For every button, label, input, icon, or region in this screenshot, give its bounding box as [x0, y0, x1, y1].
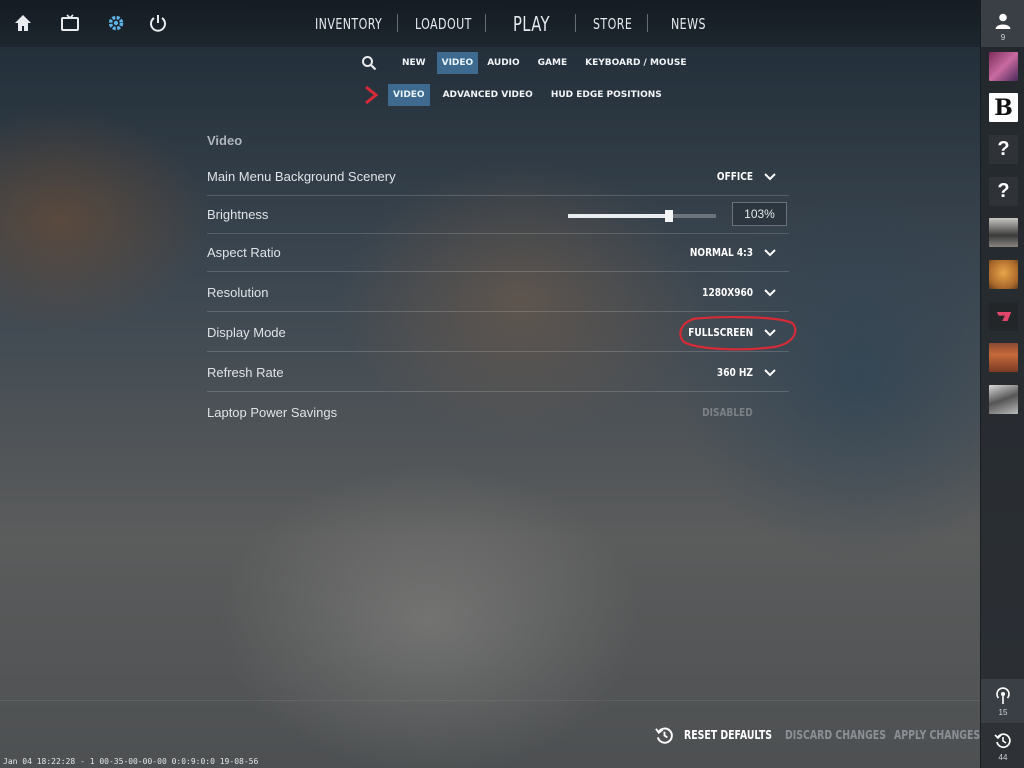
- nav-inventory[interactable]: INVENTORY: [315, 15, 382, 33]
- nav-divider: [647, 14, 648, 32]
- setting-label: Brightness: [207, 207, 269, 222]
- avatar-car[interactable]: [989, 385, 1018, 414]
- setting-value[interactable]: 360 HZ: [717, 366, 753, 379]
- tab-new[interactable]: NEW: [397, 52, 431, 74]
- section-title: Video: [207, 133, 243, 148]
- nav-store[interactable]: STORE: [593, 15, 632, 33]
- apply-changes-button[interactable]: APPLY CHANGES: [894, 728, 980, 742]
- slider-fill: [568, 214, 669, 218]
- home-icon[interactable]: [13, 13, 33, 33]
- tab-game[interactable]: GAME: [533, 52, 572, 74]
- setting-value[interactable]: NORMAL 4:3: [690, 246, 753, 259]
- tv-icon[interactable]: [60, 13, 80, 33]
- setting-row-aspect-ratio[interactable]: Aspect Ratio NORMAL 4:3: [207, 234, 789, 272]
- subtab-video[interactable]: VIDEO: [388, 84, 430, 106]
- video-subtabs: VIDEO ADVANCED VIDEO HUD EDGE POSITIONS: [388, 84, 667, 106]
- friends-sidebar: 9 B ? ? 15 44: [980, 0, 1024, 768]
- nav-divider: [575, 14, 576, 32]
- setting-row-refresh-rate[interactable]: Refresh Rate 360 HZ: [207, 354, 789, 392]
- setting-row-display-mode[interactable]: Display Mode FULLSCREEN: [207, 314, 789, 352]
- tab-video[interactable]: VIDEO: [436, 52, 479, 74]
- history-button[interactable]: 44: [981, 724, 1024, 768]
- nav-divider: [485, 14, 486, 32]
- setting-row-background-scenery[interactable]: Main Menu Background Scenery OFFICE: [207, 158, 789, 196]
- reset-defaults-button[interactable]: RESET DEFAULTS: [684, 728, 772, 742]
- setting-value[interactable]: OFFICE: [717, 170, 753, 183]
- nav-loadout[interactable]: LOADOUT: [415, 15, 472, 33]
- chevron-down-icon[interactable]: [763, 171, 777, 183]
- setting-row-brightness: Brightness 103%: [207, 196, 789, 234]
- chevron-right-icon: [365, 85, 379, 105]
- nav-divider: [397, 14, 398, 32]
- avatar-logo[interactable]: [989, 302, 1018, 331]
- setting-label: Laptop Power Savings: [207, 405, 338, 420]
- stream-count: 15: [998, 708, 1008, 717]
- subtab-advanced-video[interactable]: ADVANCED VIDEO: [438, 84, 538, 106]
- avatar-cat[interactable]: [989, 260, 1018, 289]
- chevron-down-icon[interactable]: [763, 327, 777, 339]
- settings-tabs: NEW VIDEO AUDIO GAME KEYBOARD / MOUSE: [397, 52, 692, 74]
- stream-button[interactable]: 15: [981, 679, 1024, 723]
- setting-value-disabled: DISABLED: [702, 406, 753, 419]
- chevron-down-icon[interactable]: [763, 367, 777, 379]
- user-icon: [995, 13, 1011, 29]
- setting-value[interactable]: FULLSCREEN: [688, 326, 753, 339]
- avatar-crowd[interactable]: [989, 343, 1018, 372]
- setting-label: Resolution: [207, 285, 269, 300]
- avatar-pink-creature[interactable]: [989, 52, 1018, 81]
- nav-play[interactable]: PLAY: [513, 12, 550, 36]
- history-count: 44: [998, 753, 1008, 762]
- setting-label: Main Menu Background Scenery: [207, 169, 396, 184]
- avatar-person[interactable]: [989, 218, 1018, 247]
- clock-history-icon: [994, 733, 1011, 749]
- top-navigation-bar: INVENTORY LOADOUT PLAY STORE NEWS: [0, 0, 980, 47]
- gear-icon[interactable]: [106, 13, 126, 33]
- power-icon[interactable]: [148, 13, 168, 33]
- setting-row-laptop-power-savings: Laptop Power Savings DISABLED: [207, 394, 789, 432]
- friends-count: 9: [1000, 33, 1006, 42]
- avatar-unknown[interactable]: ?: [989, 135, 1018, 164]
- setting-label: Aspect Ratio: [207, 245, 281, 260]
- avatar-unknown[interactable]: ?: [989, 177, 1018, 206]
- friends-button[interactable]: 9: [981, 0, 1024, 47]
- status-readout: Jan 04 18:22:28 - 1 00-35-00-00-00 0:0:9…: [3, 757, 259, 766]
- tab-keyboard-mouse[interactable]: KEYBOARD / MOUSE: [580, 52, 691, 74]
- chevron-down-icon[interactable]: [763, 247, 777, 259]
- setting-row-resolution[interactable]: Resolution 1280X960: [207, 274, 789, 312]
- chevron-down-icon[interactable]: [763, 287, 777, 299]
- setting-label: Refresh Rate: [207, 365, 284, 380]
- logo-icon: [996, 312, 1011, 321]
- brightness-value-field[interactable]: 103%: [732, 202, 787, 226]
- history-icon[interactable]: [655, 726, 674, 745]
- setting-value[interactable]: 1280X960: [702, 286, 753, 299]
- brightness-slider[interactable]: [568, 210, 716, 222]
- nav-news[interactable]: NEWS: [671, 15, 706, 33]
- discard-changes-button[interactable]: DISCARD CHANGES: [785, 728, 886, 742]
- tab-audio[interactable]: AUDIO: [482, 52, 524, 74]
- broadcast-icon: [996, 687, 1010, 704]
- subtab-hud-edge-positions[interactable]: HUD EDGE POSITIONS: [546, 84, 667, 106]
- slider-thumb[interactable]: [664, 210, 673, 222]
- setting-label: Display Mode: [207, 325, 286, 340]
- search-icon[interactable]: [361, 55, 377, 71]
- avatar-b[interactable]: B: [989, 93, 1018, 122]
